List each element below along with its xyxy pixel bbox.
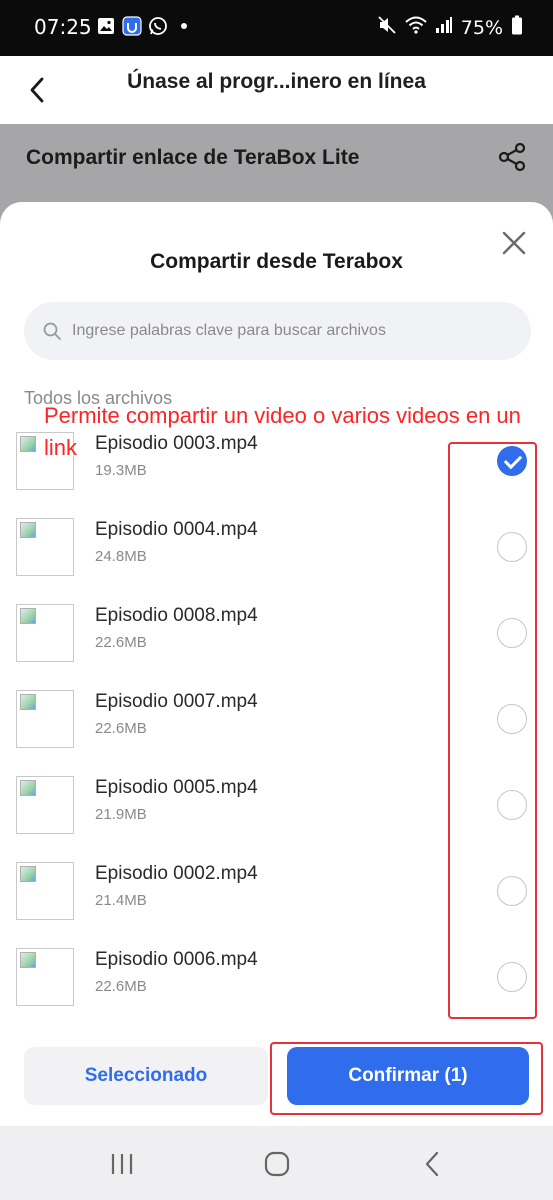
annotation-box-checkboxes xyxy=(448,442,537,1019)
wifi-icon xyxy=(405,15,427,40)
selected-button[interactable]: Seleccionado xyxy=(24,1047,268,1105)
sheet-title: Compartir desde Terabox xyxy=(150,250,403,273)
home-button[interactable] xyxy=(259,1146,295,1182)
file-thumbnail xyxy=(16,862,74,920)
nav-back-icon xyxy=(425,1151,439,1177)
battery-text: 75% xyxy=(460,16,503,39)
file-name: Episodio 0002.mp4 xyxy=(95,863,258,884)
search-input[interactable] xyxy=(72,302,512,360)
battery-icon xyxy=(511,15,523,40)
page-title: Únase al progr...inero en línea xyxy=(127,70,426,93)
file-size: 22.6MB xyxy=(95,634,147,651)
image-icon xyxy=(96,16,116,36)
signal-icon xyxy=(435,16,453,39)
search-bar[interactable] xyxy=(24,302,531,360)
file-size: 21.9MB xyxy=(95,806,147,823)
recents-icon xyxy=(111,1154,133,1174)
file-size: 19.3MB xyxy=(95,462,147,479)
file-thumbnail xyxy=(16,776,74,834)
home-icon xyxy=(264,1151,290,1177)
file-name: Episodio 0005.mp4 xyxy=(95,777,258,798)
file-size: 22.6MB xyxy=(95,978,147,995)
notification-dot-icon xyxy=(174,16,194,36)
file-thumbnail xyxy=(16,948,74,1006)
file-thumbnail xyxy=(16,604,74,662)
app-header: Únase al progr...inero en línea xyxy=(0,56,553,124)
recents-button[interactable] xyxy=(104,1146,140,1182)
search-icon xyxy=(43,322,61,340)
annotation-box-confirm xyxy=(270,1042,543,1115)
nav-back-button[interactable] xyxy=(414,1146,450,1182)
file-name: Episodio 0004.mp4 xyxy=(95,519,258,540)
file-thumbnail xyxy=(16,518,74,576)
share-section-label: Compartir enlace de TeraBox Lite xyxy=(26,146,360,169)
file-size: 21.4MB xyxy=(95,892,147,909)
status-time: 07:25 xyxy=(34,15,92,39)
app-icon xyxy=(122,16,142,36)
mute-icon xyxy=(377,15,397,40)
annotation-text: Permite compartir un video o varios vide… xyxy=(44,403,521,460)
status-left-icons xyxy=(96,16,194,36)
share-icon[interactable] xyxy=(497,142,527,172)
status-bar: 07:25 75% xyxy=(0,0,553,56)
file-name: Episodio 0007.mp4 xyxy=(95,691,258,712)
status-right: 75% xyxy=(377,15,523,40)
file-size: 24.8MB xyxy=(95,548,147,565)
whatsapp-icon xyxy=(148,16,168,36)
file-name: Episodio 0008.mp4 xyxy=(95,605,258,626)
share-bottom-sheet: Compartir desde Terabox Todos los archiv… xyxy=(0,202,553,1126)
file-name: Episodio 0006.mp4 xyxy=(95,949,258,970)
system-nav-bar xyxy=(0,1126,553,1200)
file-thumbnail xyxy=(16,690,74,748)
file-size: 22.6MB xyxy=(95,720,147,737)
